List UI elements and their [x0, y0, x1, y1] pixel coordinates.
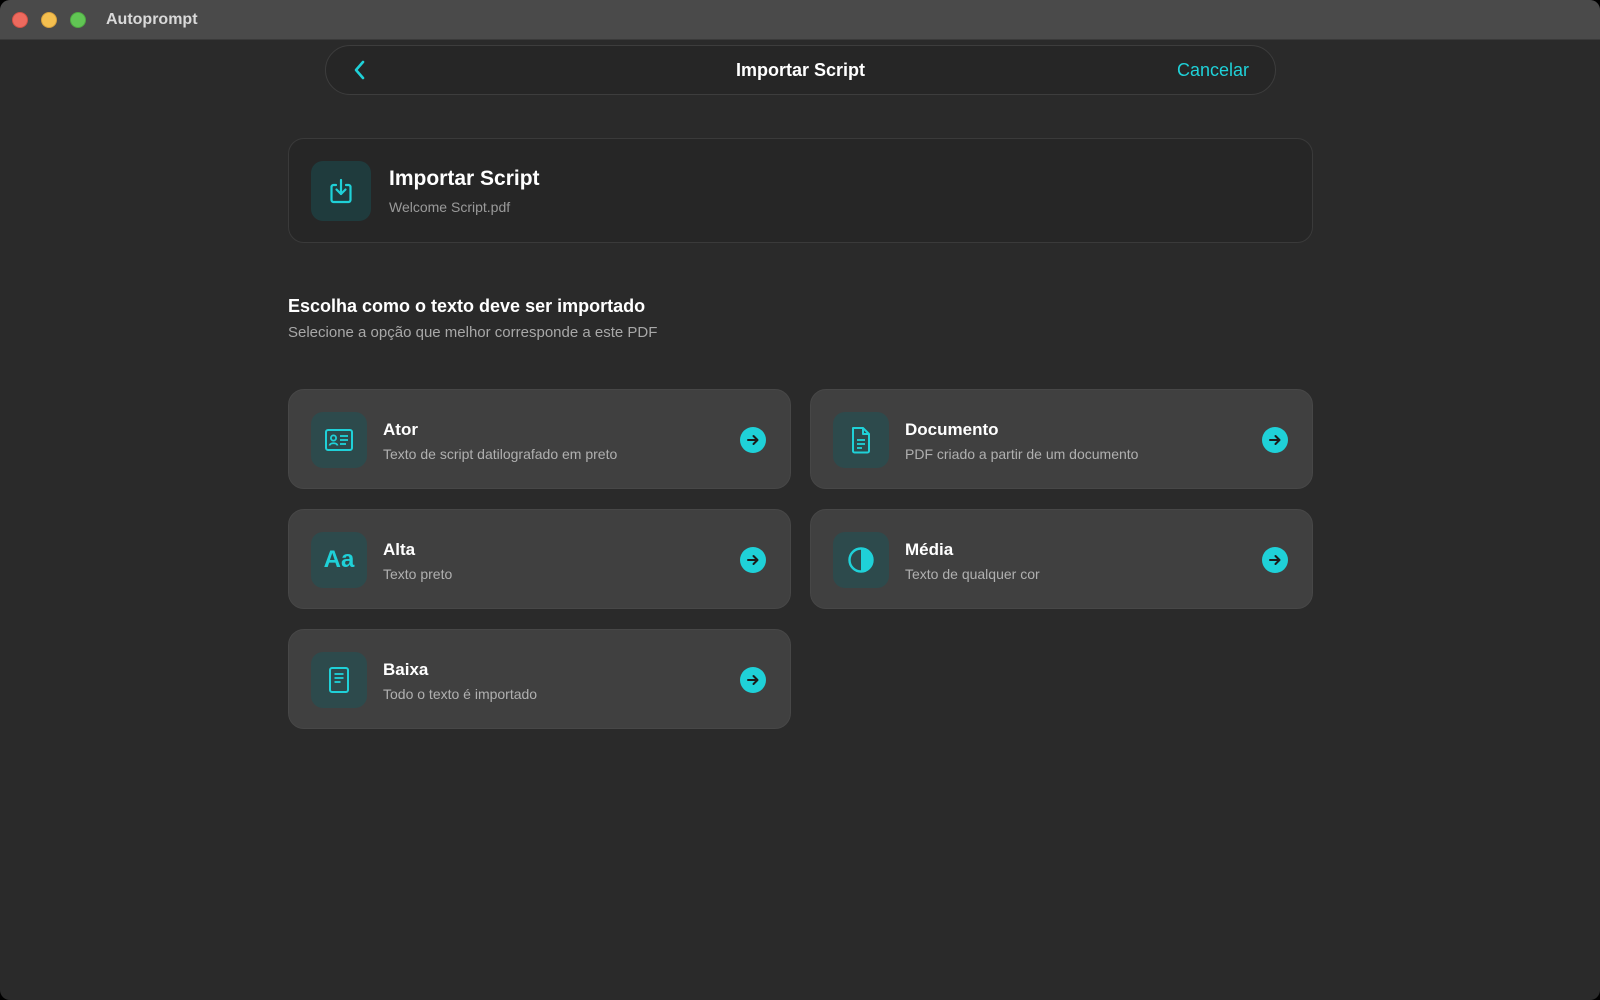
- section-title: Escolha como o texto deve ser importado: [288, 296, 646, 316]
- option-subtitle: Todo o texto é importado: [383, 686, 538, 702]
- option-icon-container: Aa: [311, 532, 367, 588]
- arrow-right-icon[interactable]: [740, 667, 766, 693]
- option-title: Documento: [905, 420, 999, 439]
- option-icon-container: [833, 412, 889, 468]
- file-card: Importar Script Welcome Script.pdf: [288, 138, 1313, 243]
- close-window-button[interactable]: [12, 12, 28, 28]
- cancel-button[interactable]: Cancelar: [1177, 60, 1249, 81]
- navigation-bar: Importar Script Cancelar: [325, 45, 1276, 95]
- arrow-right-icon[interactable]: [740, 547, 766, 573]
- option-ator[interactable]: Ator Texto de script datilografado em pr…: [288, 389, 791, 489]
- option-icon-container: [311, 652, 367, 708]
- option-subtitle: Texto de qualquer cor: [905, 566, 1040, 582]
- file-icon-container: [311, 161, 371, 221]
- option-baixa[interactable]: Baixa Todo o texto é importado: [288, 629, 791, 729]
- option-title: Ator: [383, 420, 418, 439]
- section-subtitle: Selecione a opção que melhor corresponde…: [288, 324, 658, 341]
- option-alta[interactable]: Aa Alta Texto preto: [288, 509, 791, 609]
- app-title: Autoprompt: [106, 11, 198, 28]
- arrow-right-icon[interactable]: [1262, 547, 1288, 573]
- option-subtitle: PDF criado a partir de um documento: [905, 446, 1139, 462]
- option-title: Baixa: [383, 660, 429, 679]
- arrow-right-icon[interactable]: [1262, 427, 1288, 453]
- zoom-window-button[interactable]: [70, 12, 86, 28]
- option-title: Alta: [383, 540, 416, 559]
- import-icon: [330, 178, 352, 204]
- option-title: Média: [905, 540, 954, 559]
- option-media[interactable]: Média Texto de qualquer cor: [810, 509, 1313, 609]
- document-icon: [852, 427, 870, 454]
- arrow-right-icon[interactable]: [740, 427, 766, 453]
- minimize-window-button[interactable]: [41, 12, 57, 28]
- option-icon-container: [311, 412, 367, 468]
- title-bar: Autoprompt: [0, 0, 1600, 40]
- file-card-title: Importar Script: [389, 167, 540, 190]
- half-circle-icon: [848, 547, 874, 573]
- option-subtitle: Texto preto: [383, 566, 453, 582]
- id-card-icon: [325, 429, 353, 451]
- option-subtitle: Texto de script datilografado em preto: [383, 446, 618, 462]
- page-title: Importar Script: [735, 60, 866, 80]
- file-name: Welcome Script.pdf: [389, 199, 511, 215]
- option-icon-container: [833, 532, 889, 588]
- text-format-icon: Aa: [323, 546, 355, 573]
- app-window: Autoprompt Importar Script Cancelar Impo…: [0, 0, 1600, 1000]
- page-icon: [329, 667, 349, 693]
- option-documento[interactable]: Documento PDF criado a partir de um docu…: [810, 389, 1313, 489]
